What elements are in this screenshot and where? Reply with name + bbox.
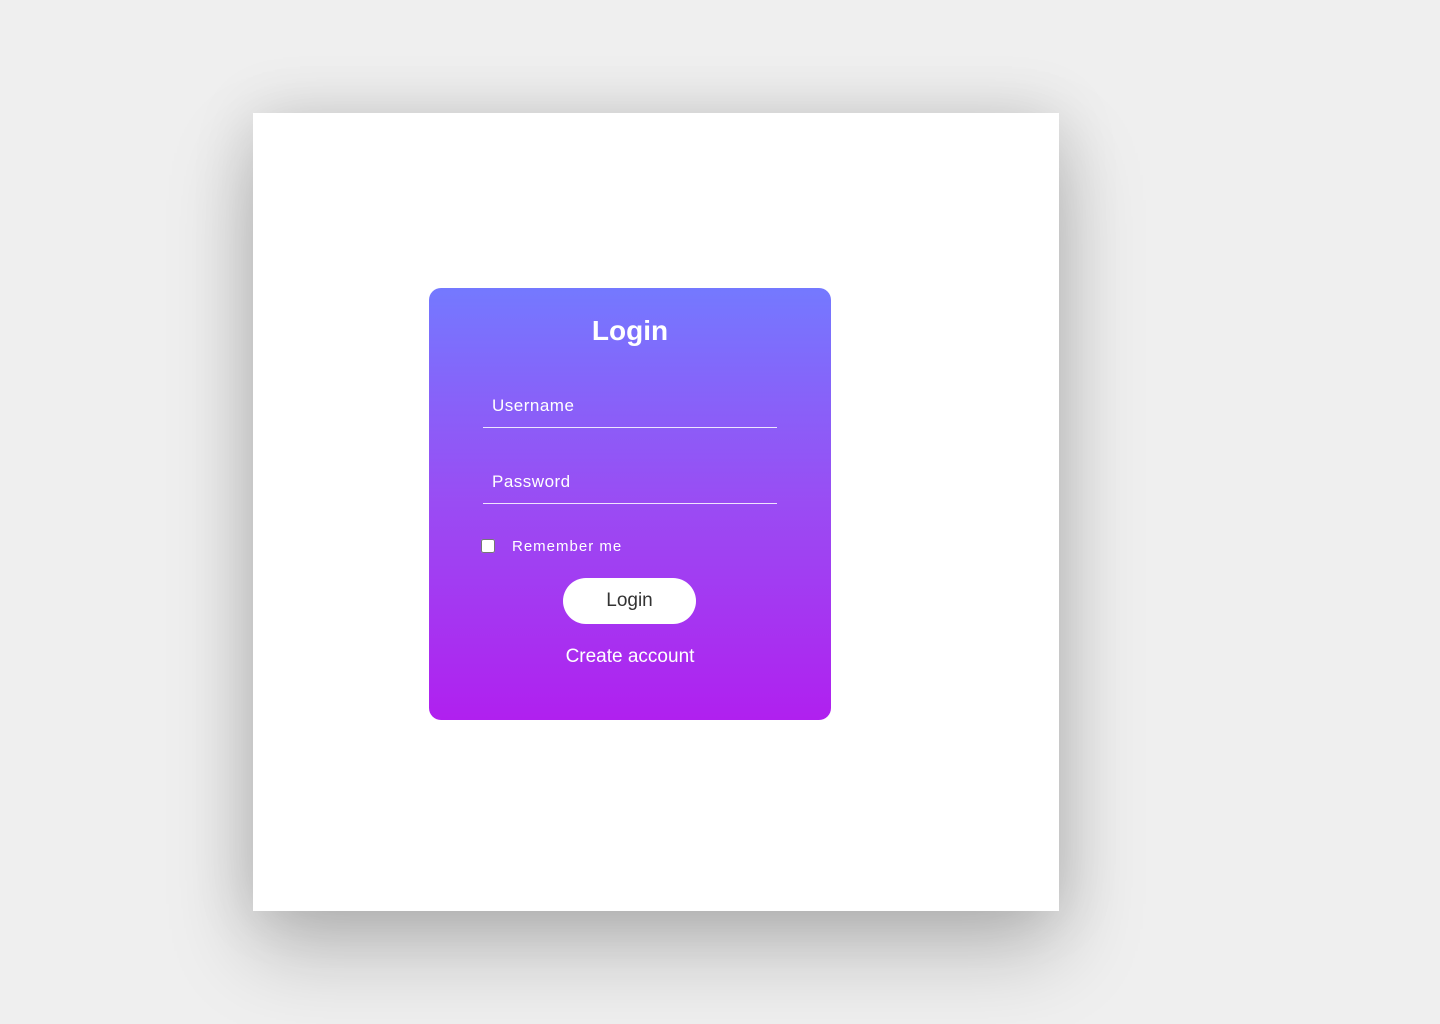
remember-me-checkbox[interactable] [481,539,495,553]
password-input[interactable] [483,461,777,503]
create-account-link[interactable]: Create account [429,646,831,668]
remember-me-label: Remember me [512,537,623,555]
login-button[interactable]: Login [563,578,696,624]
username-field [483,385,777,428]
username-input[interactable] [483,385,777,427]
page-frame: Login Remember me Login Create account [253,113,1059,911]
login-card: Login Remember me Login Create account [429,288,831,720]
login-title: Login [591,315,669,346]
remember-me-row[interactable]: Remember me [481,536,622,556]
password-field [483,461,777,504]
